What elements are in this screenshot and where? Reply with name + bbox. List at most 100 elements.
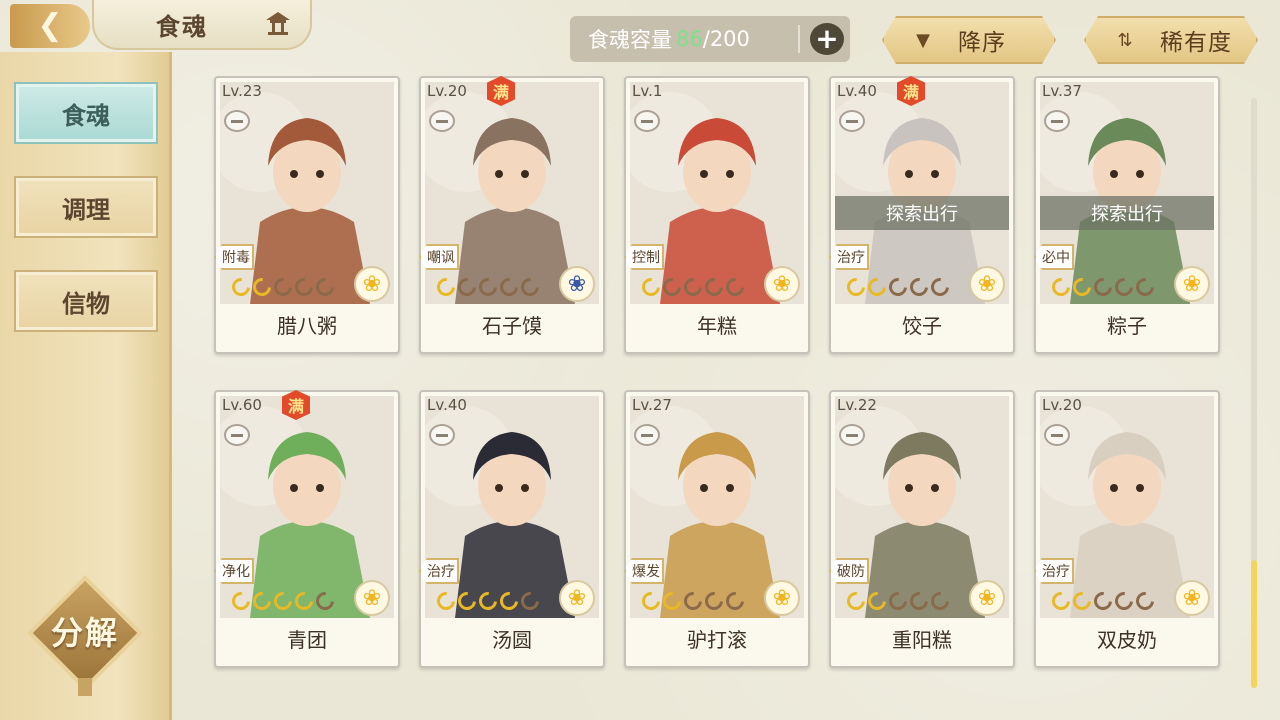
skill-pip-icon xyxy=(1048,274,1074,300)
level-label: Lv.1 xyxy=(632,82,663,100)
skill-pip-icon xyxy=(906,588,932,614)
skill-pip-icon xyxy=(1090,274,1116,300)
skill-pip-icon xyxy=(454,274,480,300)
back-button[interactable]: ❮ xyxy=(10,4,90,48)
skill-level-indicator xyxy=(433,274,543,300)
skill-pip-icon xyxy=(680,274,706,300)
skill-pip-icon xyxy=(638,274,664,300)
food-soul-card[interactable]: Lv.37 探索出行 必中 ❀ 粽子 xyxy=(1034,76,1220,354)
skill-pip-icon xyxy=(433,274,459,300)
skill-pip-icon xyxy=(270,588,296,614)
sort-order-button[interactable]: ▼ 降序 xyxy=(882,16,1056,64)
skill-pip-icon xyxy=(1132,274,1158,300)
food-soul-card[interactable]: Lv.60 满 净化 ❀ 青团 xyxy=(214,390,400,668)
skill-pip-icon xyxy=(496,588,522,614)
role-tag: 控制 xyxy=(624,244,664,270)
skill-pip-icon xyxy=(659,588,685,614)
role-tag: 治疗 xyxy=(829,244,869,270)
flower-icon: ❀ xyxy=(354,266,390,302)
food-soul-card[interactable]: Lv.20 满 嘲讽 ❀ 石子馍 xyxy=(419,76,605,354)
skill-pip-icon xyxy=(701,274,727,300)
skill-pip-icon xyxy=(722,274,748,300)
skill-pip-icon xyxy=(496,274,522,300)
skill-pip-icon xyxy=(906,274,932,300)
skill-pip-icon xyxy=(312,274,338,300)
scrollbar[interactable] xyxy=(1251,98,1257,688)
skill-pip-icon xyxy=(454,588,480,614)
skill-pip-icon xyxy=(291,274,317,300)
level-label: Lv.20 xyxy=(427,82,467,100)
decompose-label: 分解 xyxy=(50,614,119,652)
skill-pip-icon xyxy=(864,274,890,300)
decompose-button[interactable]: 分解 xyxy=(27,575,143,696)
status-banner: 探索出行 xyxy=(1040,196,1214,230)
skill-level-indicator xyxy=(843,274,953,300)
skill-level-indicator xyxy=(638,274,748,300)
title-bar: ❮ 食魂 xyxy=(0,0,312,52)
character-name: 青团 xyxy=(287,628,327,652)
skill-pip-icon xyxy=(228,274,254,300)
level-label: Lv.40 xyxy=(837,82,877,100)
skill-pip-icon xyxy=(433,588,459,614)
sort-field-button[interactable]: ⇅ 稀有度 xyxy=(1084,16,1258,64)
skill-pip-icon xyxy=(249,274,275,300)
skill-level-indicator xyxy=(843,588,953,614)
role-tag: 破防 xyxy=(829,558,869,584)
skill-pip-icon xyxy=(270,274,296,300)
character-name: 饺子 xyxy=(902,314,942,338)
food-soul-card[interactable]: Lv.40 满 探索出行 治疗 ❀ 饺子 xyxy=(829,76,1015,354)
pavilion-icon[interactable] xyxy=(264,10,292,36)
character-name: 双皮奶 xyxy=(1097,628,1157,652)
role-tag: 净化 xyxy=(214,558,254,584)
bowl-icon xyxy=(839,424,865,446)
skill-pip-icon xyxy=(1111,274,1137,300)
level-label: Lv.37 xyxy=(1042,82,1082,100)
skill-pip-icon xyxy=(927,274,953,300)
skill-pip-icon xyxy=(291,588,317,614)
flower-icon: ❀ xyxy=(559,580,595,616)
role-tag: 治疗 xyxy=(419,558,459,584)
skill-pip-icon xyxy=(864,588,890,614)
food-soul-card[interactable]: Lv.22 破防 ❀ 重阳糕 xyxy=(829,390,1015,668)
food-soul-card[interactable]: Lv.23 附毒 ❀ 腊八粥 xyxy=(214,76,400,354)
skill-level-indicator xyxy=(228,588,338,614)
character-name: 驴打滚 xyxy=(687,628,747,652)
level-label: Lv.20 xyxy=(1042,396,1082,414)
skill-pip-icon xyxy=(1069,588,1095,614)
skill-pip-icon xyxy=(1111,588,1137,614)
scrollbar-thumb[interactable] xyxy=(1251,560,1257,688)
bowl-icon xyxy=(429,110,455,132)
sort-order-label: 降序 xyxy=(958,30,1006,56)
food-soul-card[interactable]: Lv.40 治疗 ❀ 汤圆 xyxy=(419,390,605,668)
food-soul-grid: Lv.23 附毒 ❀ 腊八粥 Lv.20 满 嘲讽 ❀ 石子馍 Lv.1 控制 … xyxy=(214,76,1224,668)
bowl-icon xyxy=(634,424,660,446)
skill-pip-icon xyxy=(1069,274,1095,300)
page-title: 食魂 xyxy=(156,12,208,41)
skill-pip-icon xyxy=(843,274,869,300)
level-label: Lv.22 xyxy=(837,396,877,414)
skill-pip-icon xyxy=(722,588,748,614)
flower-icon: ❀ xyxy=(969,266,1005,302)
capacity-max: 200 xyxy=(709,27,750,51)
bowl-icon xyxy=(634,110,660,132)
skill-pip-icon xyxy=(659,274,685,300)
flower-icon: ❀ xyxy=(764,580,800,616)
skill-level-indicator xyxy=(1048,588,1158,614)
bowl-icon xyxy=(839,110,865,132)
tab-token[interactable]: 信物 xyxy=(14,270,158,332)
tab-food-soul[interactable]: 食魂 xyxy=(14,82,158,144)
bowl-icon xyxy=(1044,110,1070,132)
capacity-separator: / xyxy=(702,27,710,51)
role-tag: 嘲讽 xyxy=(419,244,459,270)
food-soul-card[interactable]: Lv.1 控制 ❀ 年糕 xyxy=(624,76,810,354)
add-capacity-button[interactable]: + xyxy=(810,23,844,55)
flower-icon: ❀ xyxy=(1174,580,1210,616)
capacity-display: 食魂容量 86 / 200 + xyxy=(570,16,850,62)
food-soul-card[interactable]: Lv.27 爆发 ❀ 驴打滚 xyxy=(624,390,810,668)
tab-cooking[interactable]: 调理 xyxy=(14,176,158,238)
food-soul-card[interactable]: Lv.20 治疗 ❀ 双皮奶 xyxy=(1034,390,1220,668)
title-tab: 食魂 xyxy=(92,0,312,50)
skill-pip-icon xyxy=(517,274,543,300)
bowl-icon xyxy=(1044,424,1070,446)
skill-pip-icon xyxy=(228,588,254,614)
